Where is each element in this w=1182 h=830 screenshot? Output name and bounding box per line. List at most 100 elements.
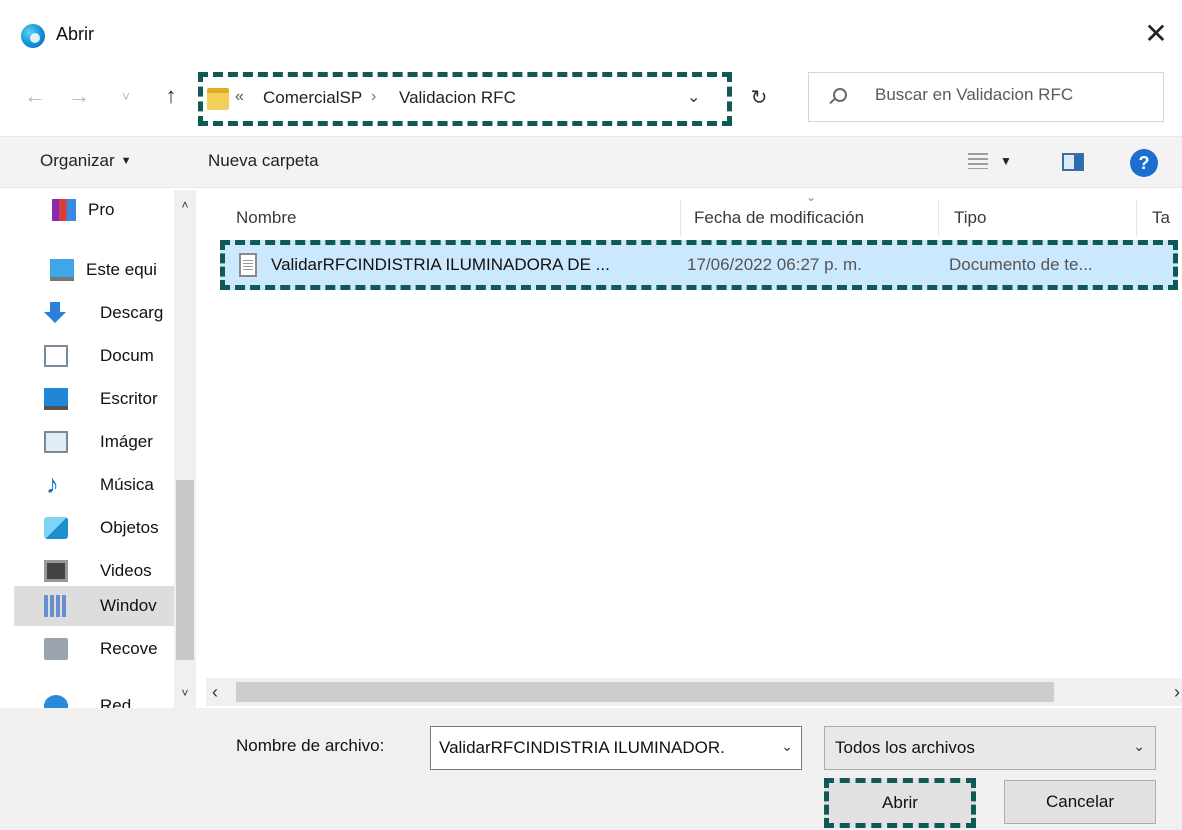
edge-browser-icon (21, 24, 45, 48)
documents-icon (44, 345, 68, 367)
nav-item-label: Docum (100, 346, 154, 365)
change-view-button[interactable]: ▼ (968, 151, 1034, 175)
sort-arrow-icon: ⌄ (806, 190, 817, 204)
caret-down-icon: ▼ (120, 155, 132, 167)
music-icon (44, 465, 68, 504)
back-button[interactable]: ← (18, 78, 52, 114)
scroll-right-button[interactable]: › (1160, 678, 1180, 706)
command-toolbar: Organizar ▼ Nueva carpeta ▼ ? (0, 136, 1182, 188)
column-divider[interactable] (938, 200, 939, 236)
file-list-scrollbar[interactable]: ‹ › (206, 678, 1182, 706)
up-folder-button[interactable]: ↑ (156, 78, 186, 114)
search-icon (833, 88, 847, 102)
folder-icon (207, 88, 229, 110)
nav-item-label: Objetos (100, 518, 159, 537)
navigation-pane: Pro Este equi Descarg Docum Escritor Imá… (0, 190, 196, 708)
recent-locations-button[interactable]: ˅ (114, 78, 138, 114)
nav-item-this-pc[interactable]: Este equi (14, 250, 176, 290)
nav-item-network[interactable]: Red (14, 686, 176, 708)
nav-item-label: Videos (100, 561, 152, 580)
open-button[interactable]: Abrir (824, 778, 976, 828)
column-header-size[interactable]: Ta (1152, 200, 1170, 236)
scroll-up-button[interactable]: ˄ (174, 190, 196, 220)
column-header-date[interactable]: Fecha de modificación (694, 200, 864, 236)
network-icon (44, 695, 68, 708)
filename-combobox[interactable]: ⌄ (430, 726, 802, 770)
3d-objects-icon (44, 517, 68, 539)
file-name: ValidarRFCINDISTRIA ILUMINADORA DE ... (271, 255, 610, 274)
scrollbar-thumb[interactable] (236, 682, 1054, 702)
downloads-icon (44, 302, 68, 324)
breadcrumb-validacion-rfc[interactable]: Validacion RFC (399, 88, 516, 108)
nav-item-documents[interactable]: Docum (14, 336, 176, 376)
nav-item-label: Escritor (100, 389, 158, 408)
navigation-bar: ← → ˅ ↑ « ComercialSP › Validacion RFC ⌄… (0, 66, 1182, 130)
winrar-icon (52, 199, 76, 221)
search-input[interactable] (875, 85, 1155, 105)
navigation-pane-scrollbar[interactable]: ˄ ˅ (174, 190, 196, 708)
breadcrumb-overflow[interactable]: « (235, 88, 244, 106)
close-button[interactable]: ✕ (1134, 14, 1178, 54)
column-divider[interactable] (680, 200, 681, 236)
nav-item-music[interactable]: Música (14, 465, 176, 505)
search-box[interactable] (808, 72, 1164, 122)
dialog-footer: Nombre de archivo: ⌄ Todos los archivos … (0, 708, 1182, 830)
file-type: Documento de te... (949, 255, 1093, 274)
nav-item-videos[interactable]: Videos (14, 551, 176, 591)
scroll-left-button[interactable]: ‹ (212, 678, 232, 706)
open-file-dialog: Abrir ✕ ← → ˅ ↑ « ComercialSP › Validaci… (0, 0, 1182, 830)
chevron-down-icon[interactable]: ⌄ (687, 87, 700, 107)
file-row-selected[interactable]: ValidarRFCINDISTRIA ILUMINADORA DE ... 1… (220, 240, 1178, 290)
preview-pane-button[interactable] (1062, 153, 1084, 171)
refresh-button[interactable]: ↻ (742, 80, 776, 116)
nav-item-desktop[interactable]: Escritor (14, 379, 176, 419)
scroll-down-button[interactable]: ˅ (174, 678, 196, 708)
filetype-value: Todos los archivos (835, 738, 975, 757)
nav-item-label: Windov (100, 596, 157, 615)
chevron-down-icon: ⌄ (1133, 738, 1145, 754)
view-details-icon (968, 153, 988, 169)
cancel-button[interactable]: Cancelar (1004, 780, 1156, 824)
file-list: Nombre Fecha de modificación ⌄ Tipo Ta V… (206, 190, 1182, 676)
nav-item-label: Recove (100, 639, 158, 658)
file-date: 17/06/2022 06:27 p. m. (687, 255, 862, 274)
nav-item-pictures[interactable]: Imáger (14, 422, 176, 462)
filename-input[interactable] (439, 738, 767, 758)
desktop-icon (44, 388, 68, 410)
nav-item-label: Música (100, 475, 154, 494)
nav-item-recovery-drive[interactable]: Recove (14, 629, 176, 669)
chevron-down-icon[interactable]: ⌄ (781, 738, 793, 755)
dialog-title: Abrir (56, 24, 95, 44)
filename-label: Nombre de archivo: (236, 736, 385, 755)
organize-button[interactable]: Organizar ▼ (40, 151, 132, 171)
caret-down-icon: ▼ (1000, 154, 1012, 168)
text-document-icon (239, 253, 257, 277)
new-folder-button[interactable]: Nueva carpeta (208, 151, 319, 171)
address-bar[interactable]: « ComercialSP › Validacion RFC ⌄ (198, 72, 732, 126)
column-header-date-label: Fecha de modificación (694, 208, 865, 227)
computer-icon (50, 259, 74, 281)
column-header-name[interactable]: Nombre (236, 200, 296, 236)
title-bar: Abrir ✕ (0, 0, 1182, 64)
filetype-select[interactable]: Todos los archivos ⌄ (824, 726, 1156, 770)
nav-item-windows-drive[interactable]: Windov (14, 586, 182, 626)
nav-item-downloads[interactable]: Descarg (14, 293, 176, 333)
forward-button[interactable]: → (62, 78, 96, 114)
column-divider[interactable] (1136, 200, 1137, 236)
nav-item-3d-objects[interactable]: Objetos (14, 508, 176, 548)
help-button[interactable]: ? (1130, 149, 1158, 177)
pictures-icon (44, 431, 68, 453)
nav-item-label: Descarg (100, 303, 164, 322)
nav-item-label: Imáger (100, 432, 153, 451)
column-header-type[interactable]: Tipo (954, 200, 986, 236)
windows-drive-icon (44, 595, 68, 617)
videos-icon (44, 560, 68, 582)
nav-item-label: Pro (88, 200, 115, 219)
nav-item-label: Red (100, 696, 132, 708)
scrollbar-thumb[interactable] (176, 480, 194, 660)
breadcrumb-comercialsp[interactable]: ComercialSP (263, 88, 362, 108)
nav-item-pro[interactable]: Pro (14, 190, 176, 230)
recovery-drive-icon (44, 638, 68, 660)
breadcrumb-separator[interactable]: › (371, 88, 376, 106)
organize-label: Organizar (40, 151, 115, 170)
